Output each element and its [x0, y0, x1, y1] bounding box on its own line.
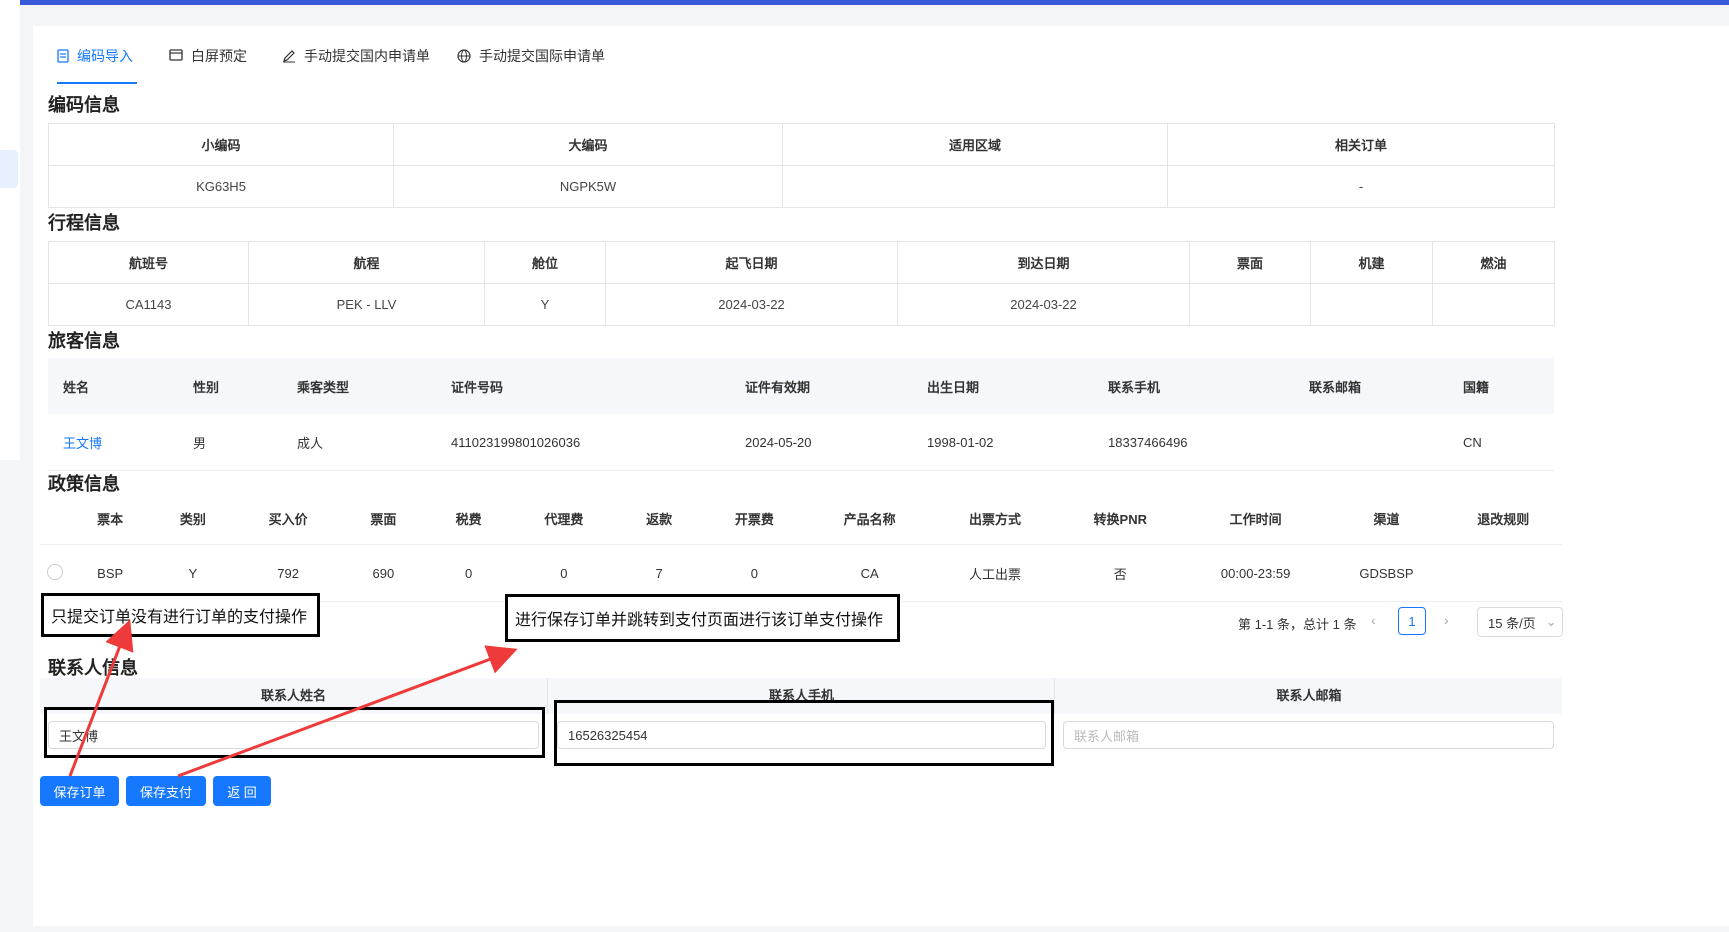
- annotation-arrows: [68, 619, 518, 778]
- arrow-save-order: [68, 619, 134, 777]
- arrow-save-pay: [177, 645, 518, 778]
